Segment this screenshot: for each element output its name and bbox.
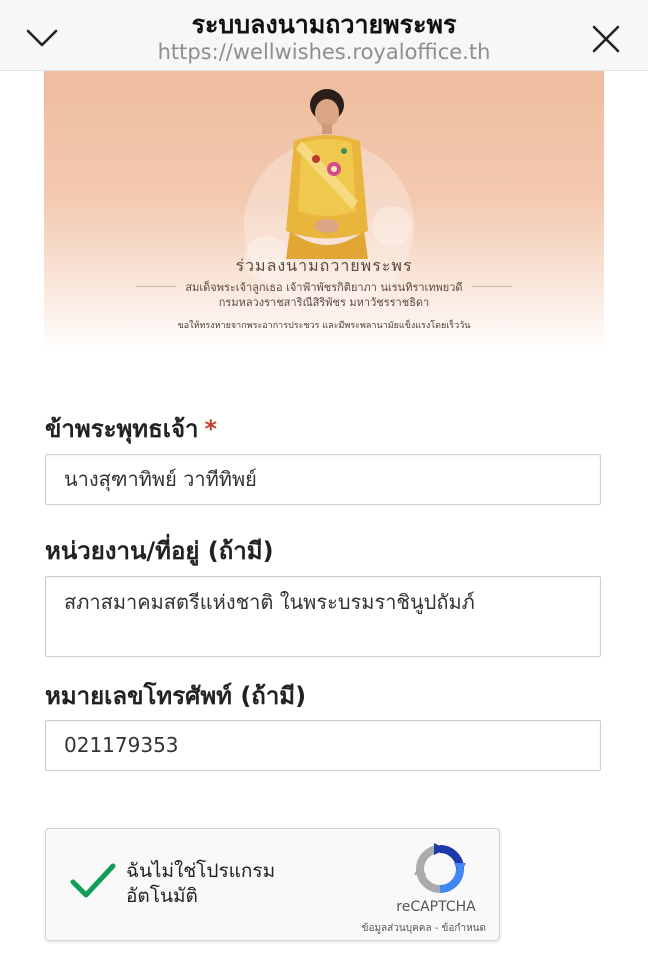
page-title: ระบบลงนามถวายพระพร [191,10,457,39]
name-label: ข้าพระพุทธเจ้า * [45,414,217,444]
banner-heading: ร่วมลงนามถวายพระพร [235,256,413,275]
phone-input[interactable]: 021179353 [45,720,601,771]
phone-input-value: 021179353 [64,733,179,757]
name-input-value: นางสุฑาทิพย์ วาทีทิพย์ [64,467,257,491]
royal-portrait [286,89,368,259]
required-marker: * [204,415,218,443]
recaptcha-label[interactable]: ฉันไม่ใช่โปรแกรมอัตโนมัติ [126,859,306,909]
browser-header: ระบบลงนามถวายพระพร https://wellwishes.ro… [0,0,648,71]
checkmark-icon[interactable] [70,861,116,901]
address-input-value: สภาสมาคมสตรีแห่งชาติ ในพระบรมราชินูปถัมภ… [64,590,475,614]
address-label: หน่วยงาน/ที่อยู่ (ถ้ามี) [45,537,274,565]
name-label-text: ข้าพระพุทธเจ้า [45,415,199,443]
recaptcha-brand: reCAPTCHA [396,899,476,915]
recaptcha-widget: ฉันไม่ใช่โปรแกรมอัตโนมัติ reCAPTCHA ข้อม… [45,828,500,941]
address-textarea[interactable]: สภาสมาคมสตรีแห่งชาติ ในพระบรมราชินูปถัมภ… [45,576,601,657]
recaptcha-logo-icon [414,843,466,895]
close-icon[interactable] [588,22,624,56]
banner-blessing: ขอให้ทรงหายจากพระอาการประชวร และมีพระพลา… [177,321,471,331]
banner-image: ร่วมลงนามถวายพระพร สมเด็จพระเจ้าลูกเธอ เ… [44,71,604,353]
phone-label: หมายเลขโทรศัพท์ (ถ้ามี) [45,682,307,710]
recaptcha-terms-link[interactable]: ข้อมูลส่วนบุคคล - ข้อกำหนด [326,921,486,936]
banner-title-line2: กรมหลวงราชสาริณีสิริพัชร มหาวัชรราชธิดา [218,296,430,309]
page-url: https://wellwishes.royaloffice.th [157,40,491,64]
name-input[interactable]: นางสุฑาทิพย์ วาทีทิพย์ [45,454,601,505]
